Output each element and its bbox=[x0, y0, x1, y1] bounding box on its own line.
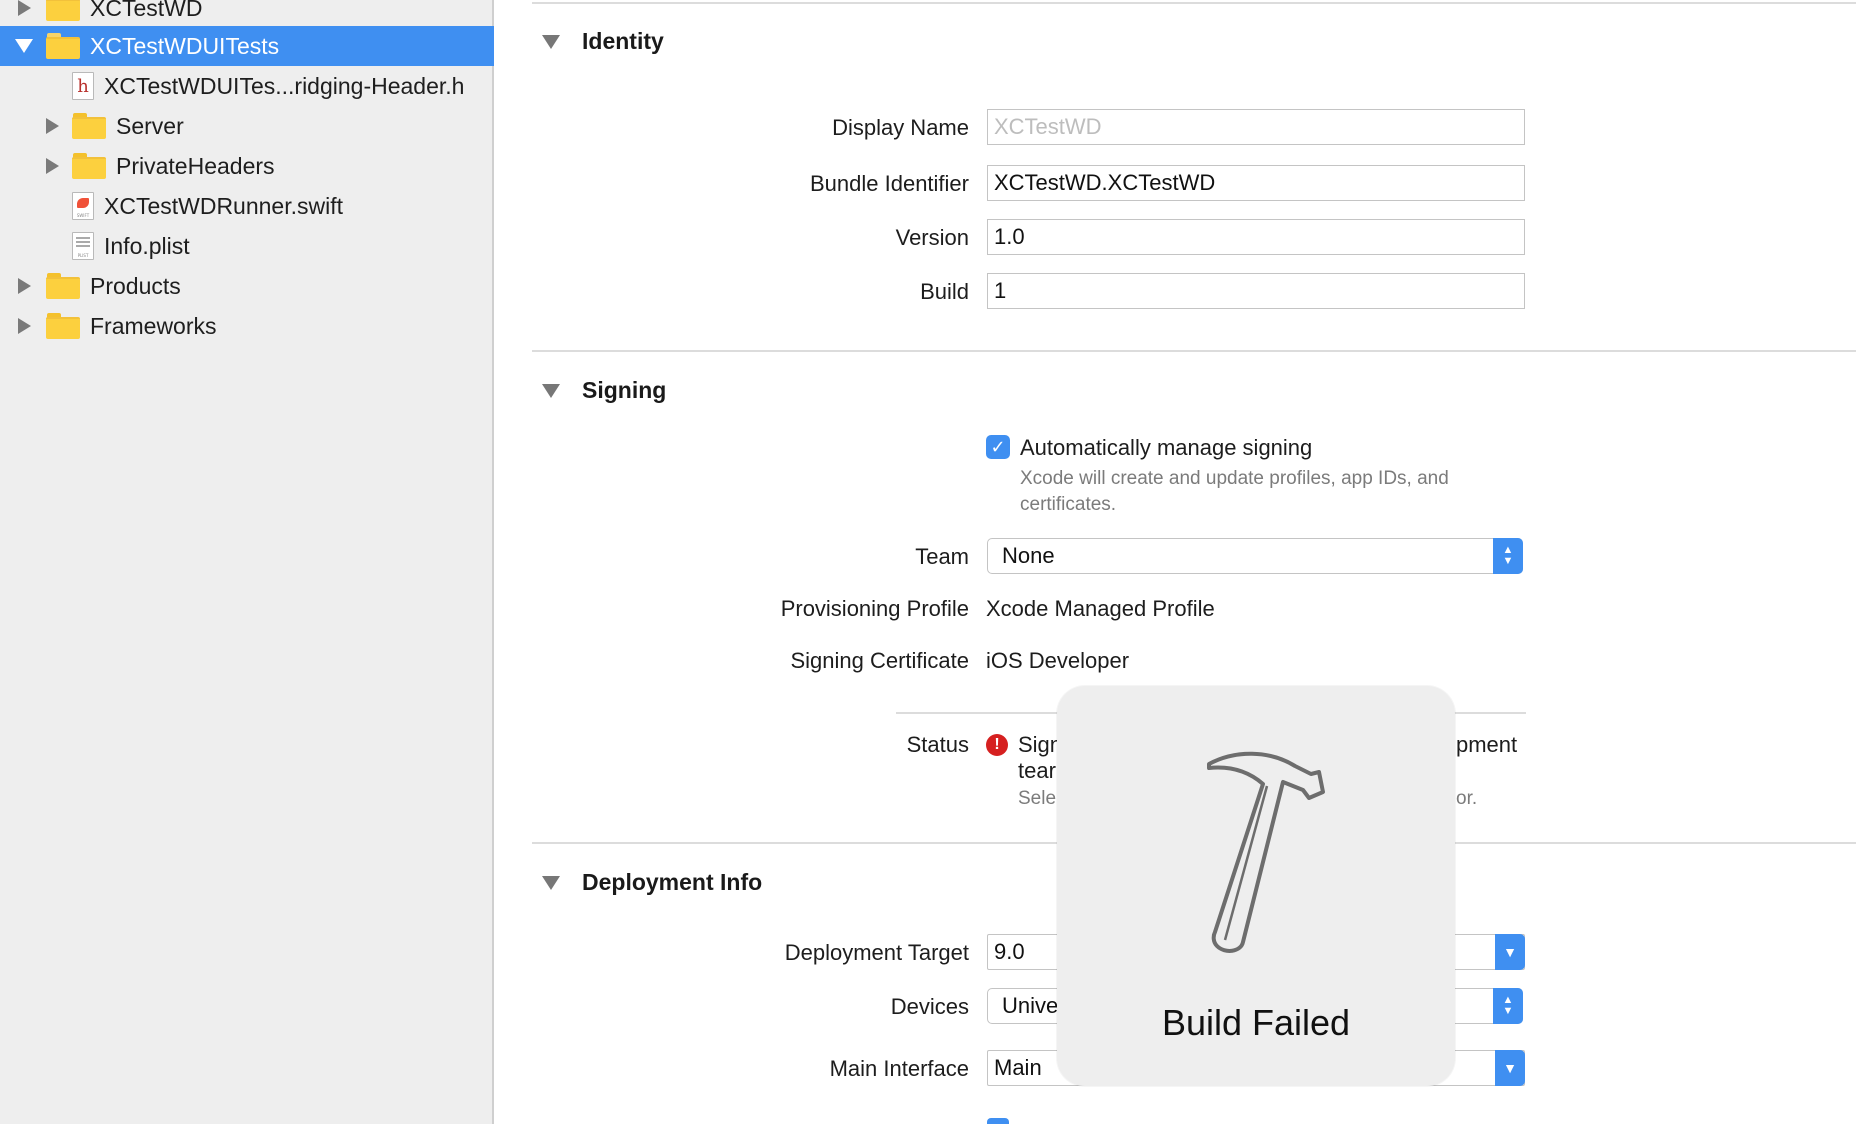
build-failed-title: Build Failed bbox=[1161, 1002, 1351, 1043]
folder-icon bbox=[46, 33, 80, 59]
display-name-field[interactable]: XCTestWD bbox=[987, 109, 1525, 145]
plist-file-icon: PLIST bbox=[72, 232, 94, 260]
status-line3-end: or. bbox=[1456, 788, 1478, 809]
disclosure-collapsed-icon[interactable] bbox=[42, 116, 62, 136]
header-file-icon: h bbox=[72, 72, 94, 100]
tree-row-label: XCTestWDUITes...ridging-Header.h bbox=[104, 72, 465, 99]
build-label: Build bbox=[920, 279, 969, 304]
build-failed-hud: Build Failed bbox=[1057, 686, 1455, 1086]
auto-manage-signing-label: Automatically manage signing bbox=[1020, 435, 1313, 460]
tree-row-label: XCTestWDUITests bbox=[90, 32, 280, 59]
bundle-identifier-field[interactable]: XCTestWD.XCTestWD bbox=[987, 165, 1525, 201]
disclosure-expanded-icon[interactable] bbox=[542, 34, 560, 49]
main-interface-value: Main bbox=[994, 1055, 1042, 1080]
section-title: Signing bbox=[582, 377, 667, 403]
folder-icon bbox=[46, 313, 80, 339]
bundle-identifier-label: Bundle Identifier bbox=[810, 171, 969, 196]
tree-row-label: Server bbox=[116, 112, 184, 139]
error-icon: ! bbox=[986, 734, 1008, 756]
section-title: Identity bbox=[582, 28, 664, 54]
section-divider bbox=[532, 2, 1856, 4]
chevron-down-icon[interactable]: ▼ bbox=[1495, 934, 1525, 970]
tree-row-bridging-header[interactable]: h XCTestWDUITes...ridging-Header.h bbox=[0, 66, 494, 106]
status-label: Status bbox=[906, 732, 969, 757]
status-line2-start: tear bbox=[1018, 758, 1056, 783]
tree-row-privateheaders[interactable]: PrivateHeaders bbox=[0, 146, 494, 186]
tree-row-frameworks[interactable]: Frameworks bbox=[0, 306, 494, 346]
folder-icon bbox=[72, 153, 106, 179]
signing-section-header[interactable]: Signing bbox=[542, 377, 666, 404]
tree-row-label: PrivateHeaders bbox=[116, 152, 275, 179]
version-label: Version bbox=[895, 225, 969, 250]
auto-manage-signing-checkbox[interactable]: ✓ bbox=[986, 435, 1010, 459]
tree-row-products[interactable]: Products bbox=[0, 266, 494, 306]
tree-row-xctestwd[interactable]: XCTestWD bbox=[0, 0, 494, 28]
tree-row-label: XCTestWD bbox=[90, 0, 203, 21]
build-field[interactable]: 1 bbox=[987, 273, 1525, 309]
updown-chevron-icon[interactable]: ▲ ▼ bbox=[1493, 538, 1523, 574]
disclosure-expanded-icon[interactable] bbox=[542, 383, 560, 398]
tree-row-xctestwduitests[interactable]: XCTestWDUITests bbox=[0, 26, 494, 66]
team-popup[interactable]: None ▲ ▼ bbox=[987, 538, 1523, 574]
disclosure-collapsed-icon[interactable] bbox=[14, 276, 34, 296]
tree-row-runner-swift[interactable]: SWIFT XCTestWDRunner.swift bbox=[0, 186, 494, 226]
status-line1-start: Sign bbox=[1018, 732, 1063, 757]
status-line1-end: pment bbox=[1456, 732, 1518, 757]
deployment-target-value: 9.0 bbox=[994, 939, 1025, 964]
auto-manage-help-line2: certificates. bbox=[1020, 494, 1117, 515]
project-navigator: XCTestWD XCTestWDUITests h XCTestWDUITes… bbox=[0, 0, 494, 1124]
folder-icon bbox=[46, 0, 80, 21]
team-label: Team bbox=[915, 544, 969, 569]
signing-certificate-label: Signing Certificate bbox=[790, 648, 969, 673]
deployment-section-header[interactable]: Deployment Info bbox=[542, 869, 762, 896]
main-interface-label: Main Interface bbox=[829, 1056, 969, 1081]
disclosure-collapsed-icon[interactable] bbox=[14, 316, 34, 336]
tree-row-label: Frameworks bbox=[90, 312, 217, 339]
provisioning-profile-label: Provisioning Profile bbox=[780, 596, 969, 621]
disclosure-collapsed-icon[interactable] bbox=[14, 0, 34, 18]
disclosure-collapsed-icon[interactable] bbox=[42, 156, 62, 176]
signing-certificate-value: iOS Developer bbox=[986, 648, 1130, 673]
swift-file-icon: SWIFT bbox=[72, 192, 94, 220]
tree-row-label: Info.plist bbox=[104, 232, 190, 259]
folder-icon bbox=[72, 113, 106, 139]
chevron-down-icon[interactable]: ▼ bbox=[1495, 1050, 1525, 1086]
hammer-icon bbox=[1207, 751, 1325, 953]
disclosure-expanded-icon[interactable] bbox=[542, 875, 560, 890]
provisioning-profile-value: Xcode Managed Profile bbox=[986, 596, 1215, 621]
version-field[interactable]: 1.0 bbox=[987, 219, 1525, 255]
auto-manage-help-line1: Xcode will create and update profiles, a… bbox=[1020, 468, 1449, 489]
disclosure-expanded-icon[interactable] bbox=[14, 36, 34, 56]
tree-row-server[interactable]: Server bbox=[0, 106, 494, 146]
section-title: Deployment Info bbox=[582, 869, 763, 895]
section-divider bbox=[532, 350, 1856, 352]
checkbox-partial[interactable] bbox=[987, 1118, 1009, 1124]
tree-row-label: Products bbox=[90, 272, 181, 299]
tree-row-label: XCTestWDRunner.swift bbox=[104, 192, 344, 219]
updown-chevron-icon[interactable]: ▲ ▼ bbox=[1493, 988, 1523, 1024]
display-name-label: Display Name bbox=[832, 115, 969, 140]
deployment-target-label: Deployment Target bbox=[784, 940, 969, 965]
tree-row-info-plist[interactable]: PLIST Info.plist bbox=[0, 226, 494, 266]
status-line3-start: Sele bbox=[1018, 788, 1057, 809]
identity-section-header[interactable]: Identity bbox=[542, 28, 664, 55]
folder-icon bbox=[46, 273, 80, 299]
team-popup-value: None bbox=[1002, 543, 1055, 568]
devices-label: Devices bbox=[890, 994, 969, 1019]
devices-popup-value: Unive bbox=[1002, 993, 1059, 1018]
